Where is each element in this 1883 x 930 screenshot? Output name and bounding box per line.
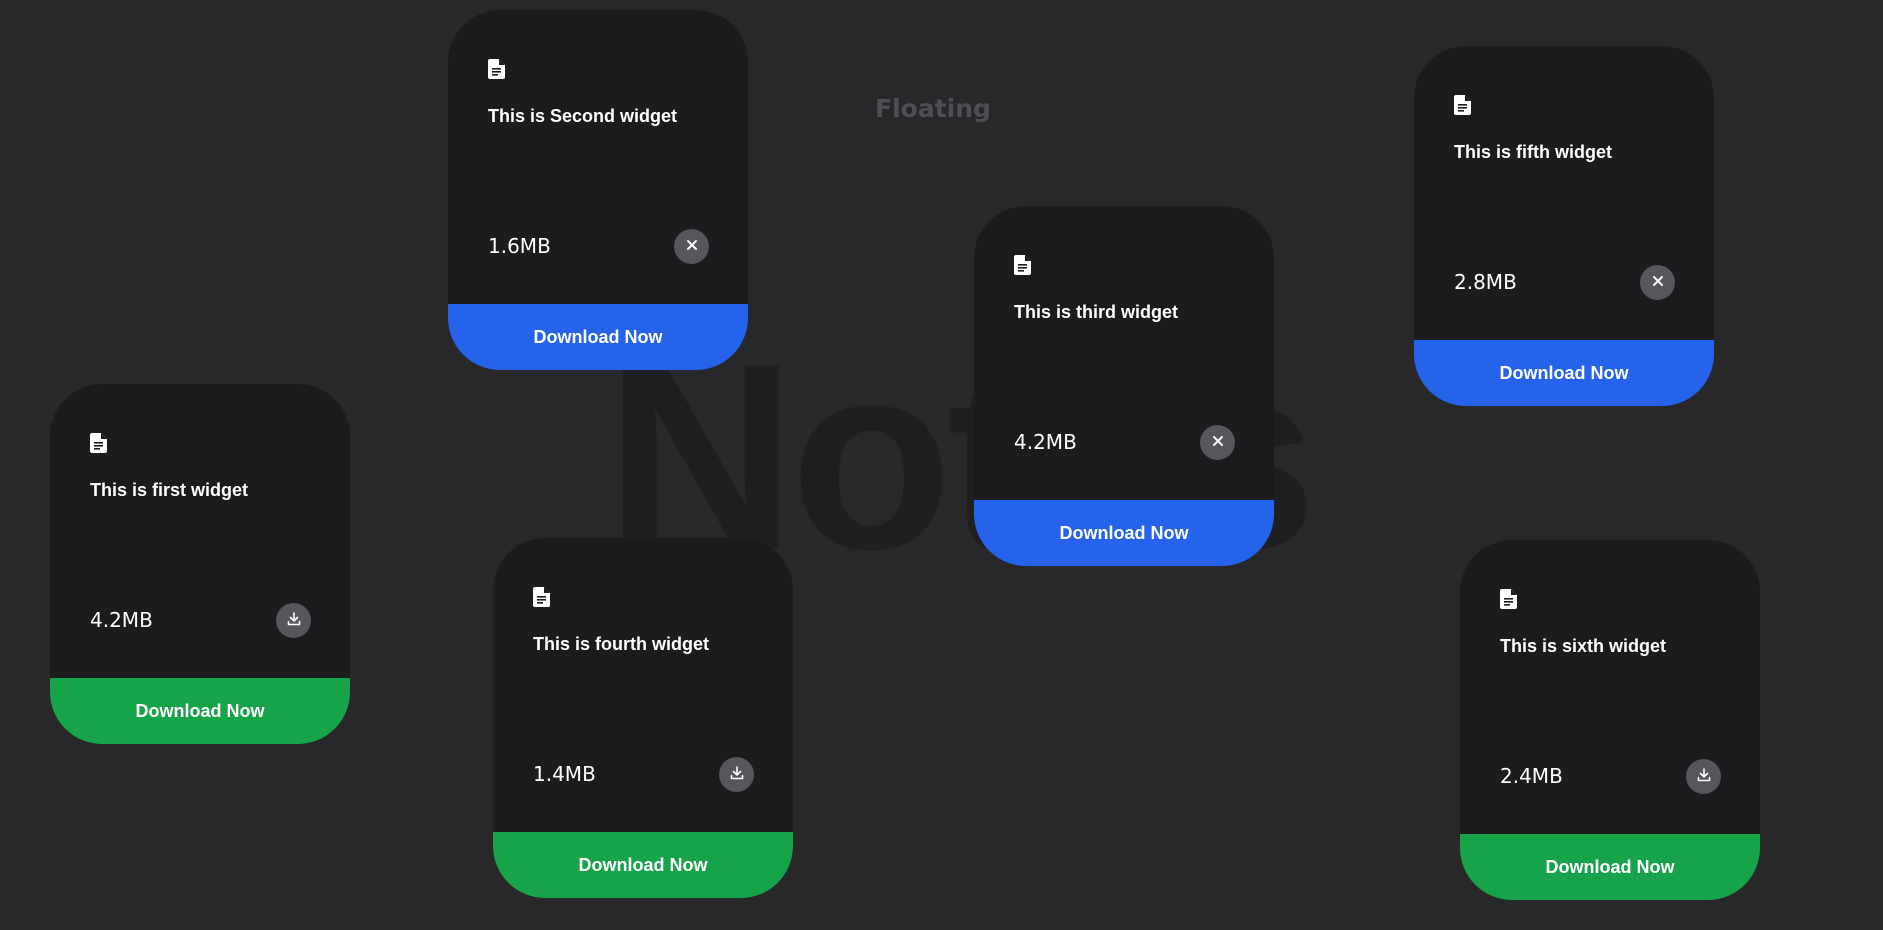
download-icon [1697, 768, 1711, 785]
close-icon [686, 239, 698, 254]
file-size: 4.2MB [90, 608, 153, 632]
file-size: 2.4MB [1500, 764, 1563, 788]
close-button[interactable] [1200, 425, 1235, 460]
file-size: 1.6MB [488, 234, 551, 258]
download-now-button[interactable]: Download Now [974, 500, 1274, 566]
download-now-button[interactable]: Download Now [1414, 340, 1714, 406]
canvas: Notes Floating This is first widget 4.2M… [0, 0, 1883, 930]
download-icon [287, 612, 301, 629]
close-icon [1212, 435, 1224, 450]
widget-title: This is first widget [90, 480, 249, 500]
download-icon-button[interactable] [276, 603, 311, 638]
file-size: 2.8MB [1454, 270, 1517, 294]
download-now-button[interactable]: Download Now [1460, 834, 1760, 900]
widget-card-third: This is third widget 4.2MB Download Now [974, 206, 1274, 566]
document-icon [533, 587, 550, 607]
widget-card-fifth: This is fifth widget 2.8MB Download Now [1414, 46, 1714, 406]
widget-card-second: This is Second widget 1.6MB Download Now [448, 10, 748, 370]
widget-title: This is fourth widget [533, 634, 709, 654]
download-icon [730, 766, 744, 783]
file-size: 1.4MB [533, 762, 596, 786]
widget-card-first: This is first widget 4.2MB Download Now [50, 384, 350, 744]
download-icon-button[interactable] [1686, 759, 1721, 794]
document-icon [90, 433, 107, 453]
widget-card-sixth: This is sixth widget 2.4MB Download Now [1460, 540, 1760, 900]
document-icon [488, 59, 505, 79]
download-now-button[interactable]: Download Now [448, 304, 748, 370]
widget-title: This is fifth widget [1454, 142, 1612, 162]
close-button[interactable] [1640, 265, 1675, 300]
document-icon [1500, 589, 1517, 609]
document-icon [1014, 255, 1031, 275]
widget-card-fourth: This is fourth widget 1.4MB Download Now [493, 538, 793, 898]
file-size: 4.2MB [1014, 430, 1077, 454]
close-icon [1652, 275, 1664, 290]
document-icon [1454, 95, 1471, 115]
widget-title: This is Second widget [488, 106, 678, 126]
widget-title: This is third widget [1014, 302, 1179, 322]
widget-title: This is sixth widget [1500, 636, 1667, 656]
download-now-button[interactable]: Download Now [50, 678, 350, 744]
download-icon-button[interactable] [719, 757, 754, 792]
close-button[interactable] [674, 229, 709, 264]
floating-label: Floating [875, 94, 991, 123]
download-now-button[interactable]: Download Now [493, 832, 793, 898]
